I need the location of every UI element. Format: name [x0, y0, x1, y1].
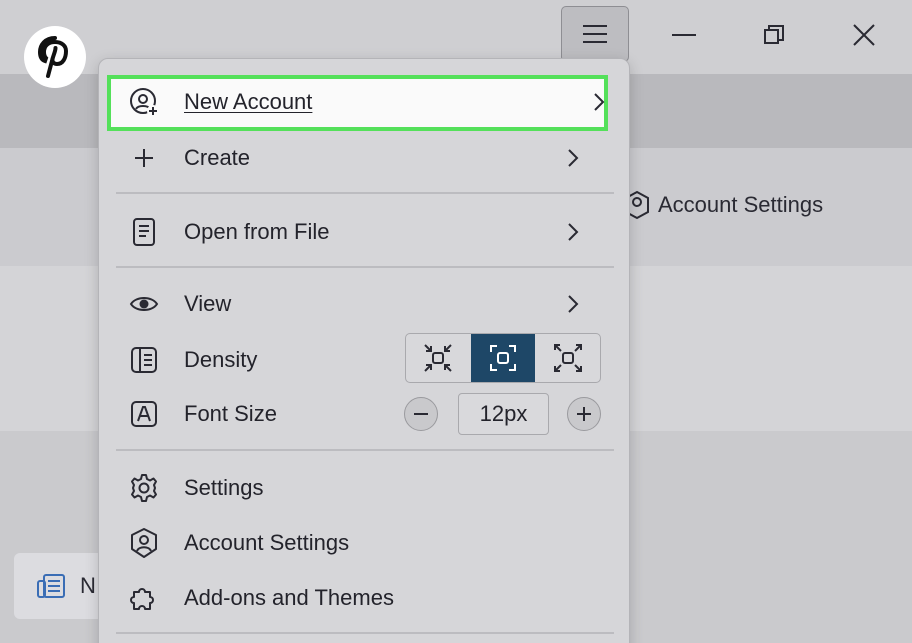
menu-item-create[interactable]: Create	[118, 134, 616, 182]
chevron-right-icon	[568, 149, 579, 167]
background-card-label: N	[80, 573, 96, 598]
menu-divider	[116, 449, 614, 451]
menu-item-label: Density	[184, 347, 258, 372]
background-account-settings-label: Account Settings	[658, 192, 824, 217]
density-touch-button[interactable]	[535, 334, 600, 382]
menu-item-addons-and-themes[interactable]: Add-ons and Themes	[118, 574, 616, 622]
pinterest-p-icon	[37, 36, 69, 78]
density-normal-button[interactable]	[470, 334, 536, 382]
menu-divider	[116, 632, 614, 634]
menu-item-label: Add-ons and Themes	[184, 585, 394, 610]
menu-item-label: New Account	[184, 89, 313, 114]
minimize-icon	[672, 34, 696, 36]
chevron-right-icon	[568, 295, 579, 313]
menu-item-density: Density	[118, 336, 398, 384]
menu-item-label: View	[184, 291, 232, 316]
list-icon	[126, 342, 162, 378]
minus-icon	[414, 413, 428, 415]
font-size-value: 12px	[458, 393, 549, 435]
menu-item-new-account[interactable]: New Account	[118, 78, 616, 126]
restore-icon	[764, 25, 784, 44]
chevron-right-icon	[594, 93, 605, 111]
normal-density-icon	[490, 345, 516, 371]
menu-item-label: Font Size	[184, 401, 277, 426]
plus-icon	[577, 407, 591, 421]
menu-divider	[116, 192, 614, 194]
app-menu-button[interactable]	[561, 6, 629, 62]
menu-item-font-size: Font Size	[118, 390, 398, 438]
pinterest-logo	[24, 26, 86, 88]
font-icon	[126, 396, 162, 432]
background-account-settings-link[interactable]: Account Settings	[624, 190, 823, 220]
puzzle-icon	[126, 580, 162, 616]
close-button[interactable]	[842, 14, 886, 56]
close-icon	[853, 24, 875, 46]
plus-icon	[126, 140, 162, 176]
density-selector	[405, 333, 601, 383]
newsletter-icon	[37, 574, 65, 598]
menu-item-account-settings[interactable]: Account Settings	[118, 519, 616, 567]
account-settings-icon	[126, 525, 162, 561]
restore-button[interactable]	[752, 14, 796, 56]
minimize-button[interactable]	[662, 14, 706, 56]
account-add-icon	[126, 84, 162, 120]
menu-item-label: Create	[184, 145, 251, 170]
density-compact-button[interactable]	[406, 334, 471, 382]
compact-density-icon	[424, 344, 453, 372]
font-size-decrease-button[interactable]	[404, 397, 438, 431]
font-size-increase-button[interactable]	[567, 397, 601, 431]
gear-icon	[126, 470, 162, 506]
file-icon	[126, 214, 162, 250]
menu-item-settings[interactable]: Settings	[118, 464, 616, 512]
menu-item-label: Open from File	[184, 219, 330, 244]
menu-item-label: Account Settings	[184, 530, 350, 555]
eye-icon	[126, 286, 162, 322]
menu-item-view[interactable]: View	[118, 280, 616, 328]
menu-item-open-from-file[interactable]: Open from File	[118, 208, 616, 256]
touch-density-icon	[553, 344, 582, 372]
hamburger-icon	[583, 25, 607, 43]
menu-item-label: Settings	[184, 475, 264, 500]
menu-divider	[116, 266, 614, 268]
chevron-right-icon	[568, 223, 579, 241]
